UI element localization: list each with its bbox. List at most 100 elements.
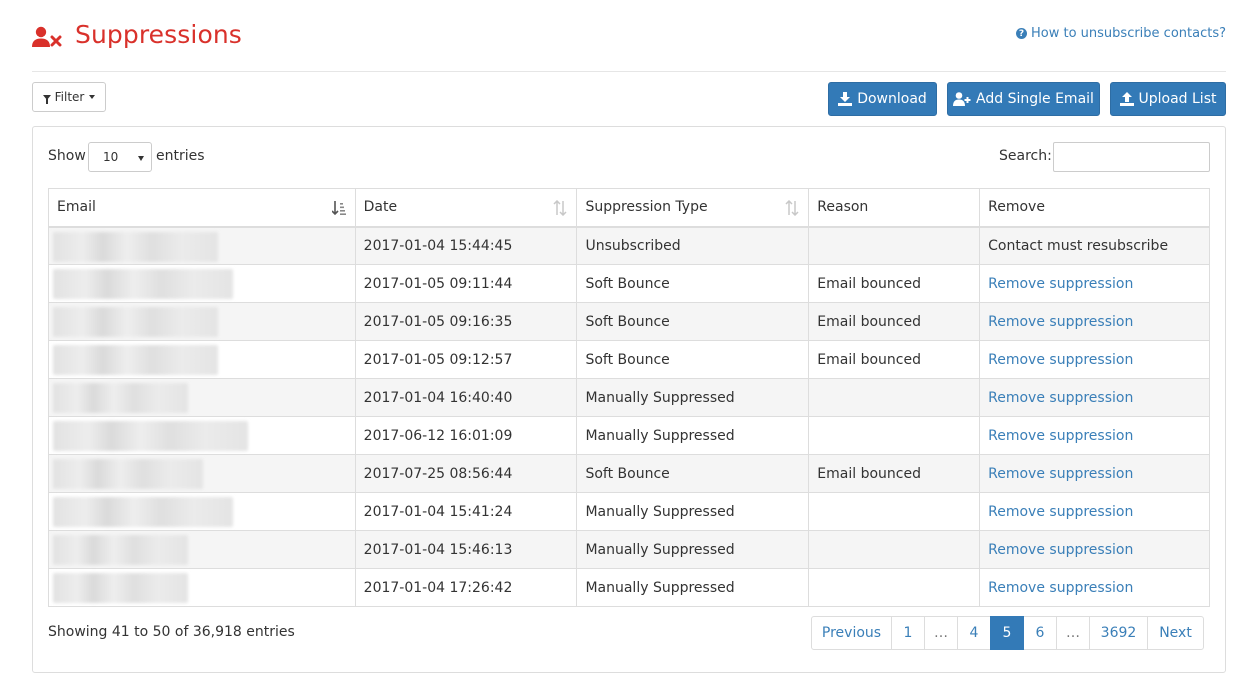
remove-suppression-link[interactable]: Remove suppression [979, 492, 1210, 531]
suppression-type-cell: Manually Suppressed [576, 416, 810, 455]
remove-suppression-link[interactable]: Remove suppression [979, 416, 1210, 455]
download-button-label: Download [857, 91, 927, 107]
date-cell: 2017-01-05 09:16:35 [354, 302, 578, 341]
date-cell: 2017-06-12 16:01:09 [354, 416, 578, 455]
pagination-previous[interactable]: Previous [811, 616, 892, 650]
reason-cell [808, 530, 981, 569]
page-size-select[interactable]: 10 [88, 142, 152, 172]
suppression-type-cell: Soft Bounce [576, 340, 810, 379]
remove-suppression-link[interactable]: Remove suppression [979, 454, 1210, 493]
user-remove-icon [32, 26, 62, 47]
date-cell: 2017-01-05 09:12:57 [354, 340, 578, 379]
table-row: 2017-01-04 16:40:40 Manually Suppressed Re… [48, 378, 1210, 417]
column-header-email[interactable]: Email [48, 188, 356, 228]
email-cell [48, 340, 356, 379]
reason-cell [808, 378, 981, 417]
redacted-email [53, 497, 233, 527]
column-header-reason: Reason [808, 188, 981, 228]
download-button[interactable]: Download [828, 82, 937, 116]
filter-button-label: Filter [54, 90, 85, 104]
pagination-page[interactable]: 6 [1023, 616, 1057, 650]
suppression-type-cell: Manually Suppressed [576, 568, 810, 607]
upload-list-button[interactable]: Upload List [1110, 82, 1226, 116]
pagination-next[interactable]: Next [1147, 616, 1204, 650]
table-row: 2017-01-05 09:11:44 Soft Bounce Email boun… [48, 264, 1210, 303]
pagination-page[interactable]: 5 [990, 616, 1024, 650]
table-row: 2017-06-12 16:01:09 Manually Suppressed Re… [48, 416, 1210, 455]
suppressions-table: Email Date Suppression Type Reason Remov… [48, 188, 1210, 607]
sort-icon [553, 200, 567, 216]
redacted-email [53, 535, 188, 565]
remove-suppression-link[interactable]: Remove suppression [979, 340, 1210, 379]
user-plus-icon [953, 92, 971, 106]
redacted-email [53, 383, 188, 413]
add-single-email-label: Add Single Email [976, 91, 1094, 107]
table-header-row: Email Date Suppression Type Reason Remov… [48, 188, 1210, 228]
remove-suppression-link[interactable]: Remove suppression [979, 264, 1210, 303]
table-body: 2017-01-04 15:44:45 Unsubscribed Contact m… [48, 226, 1210, 607]
page-header: Suppressions ? How to unsubscribe contac… [32, 18, 1226, 72]
reason-cell [808, 568, 981, 607]
pagination-page[interactable]: 1 [891, 616, 925, 650]
funnel-icon [42, 94, 51, 104]
filter-button[interactable]: Filter [32, 82, 106, 112]
pagination-page[interactable]: 4 [957, 616, 991, 650]
pagination-ellipsis: … [1056, 616, 1090, 650]
column-header-date[interactable]: Date [354, 188, 578, 228]
add-single-email-button[interactable]: Add Single Email [947, 82, 1100, 116]
pagination-ellipsis: … [924, 616, 958, 650]
suppression-type-cell: Soft Bounce [576, 454, 810, 493]
table-row: 2017-01-04 15:46:13 Manually Suppressed Re… [48, 530, 1210, 569]
page-title: Suppressions [75, 20, 242, 49]
show-label: Show [48, 148, 86, 164]
table-row: 2017-01-05 09:16:35 Soft Bounce Email boun… [48, 302, 1210, 341]
email-cell [48, 568, 356, 607]
pagination: Previous 1… 4 5 6… 3692 Next [811, 616, 1204, 650]
redacted-email [53, 307, 218, 337]
reason-cell [808, 492, 981, 531]
date-cell: 2017-07-25 08:56:44 [354, 454, 578, 493]
remove-suppression-link[interactable]: Remove suppression [979, 302, 1210, 341]
reason-cell: Email bounced [808, 302, 981, 341]
caret-down-icon [89, 95, 96, 99]
upload-icon [1119, 92, 1134, 106]
column-header-suppression-type[interactable]: Suppression Type [576, 188, 810, 228]
email-cell [48, 530, 356, 569]
remove-suppression-link[interactable]: Remove suppression [979, 568, 1210, 607]
email-cell [48, 416, 356, 455]
sort-icon [785, 200, 799, 216]
suppression-type-cell: Soft Bounce [576, 264, 810, 303]
email-cell [48, 264, 356, 303]
search-input[interactable] [1053, 142, 1210, 172]
help-link-label: How to unsubscribe contacts? [1031, 26, 1226, 41]
redacted-email [53, 345, 218, 375]
email-cell [48, 492, 356, 531]
reason-cell: Email bounced [808, 454, 981, 493]
date-cell: 2017-01-05 09:11:44 [354, 264, 578, 303]
chevron-down-icon [138, 156, 144, 161]
date-cell: 2017-01-04 15:41:24 [354, 492, 578, 531]
help-link[interactable]: ? How to unsubscribe contacts? [1016, 26, 1226, 41]
table-row: 2017-01-04 17:26:42 Manually Suppressed Re… [48, 568, 1210, 607]
suppression-type-cell: Manually Suppressed [576, 378, 810, 417]
column-header-remove: Remove [979, 188, 1210, 228]
date-cell: 2017-01-04 17:26:42 [354, 568, 578, 607]
reason-cell: Email bounced [808, 264, 981, 303]
date-cell: 2017-01-04 15:44:45 [354, 226, 578, 265]
table-row: 2017-01-04 15:44:45 Unsubscribed Contact m… [48, 226, 1210, 265]
redacted-email [53, 421, 248, 451]
email-cell [48, 378, 356, 417]
reason-cell [808, 416, 981, 455]
pagination-page[interactable]: 3692 [1089, 616, 1148, 650]
page-size-value: 10 [103, 150, 119, 164]
table-row: 2017-01-05 09:12:57 Soft Bounce Email boun… [48, 340, 1210, 379]
table-row: 2017-07-25 08:56:44 Soft Bounce Email boun… [48, 454, 1210, 493]
question-circle-icon: ? [1016, 28, 1027, 39]
remove-suppression-link[interactable]: Remove suppression [979, 378, 1210, 417]
remove-suppression-link[interactable]: Remove suppression [979, 530, 1210, 569]
suppression-type-cell: Manually Suppressed [576, 530, 810, 569]
redacted-email [53, 269, 233, 299]
redacted-email [53, 459, 203, 489]
search-label: Search: [999, 148, 1052, 164]
date-cell: 2017-01-04 15:46:13 [354, 530, 578, 569]
